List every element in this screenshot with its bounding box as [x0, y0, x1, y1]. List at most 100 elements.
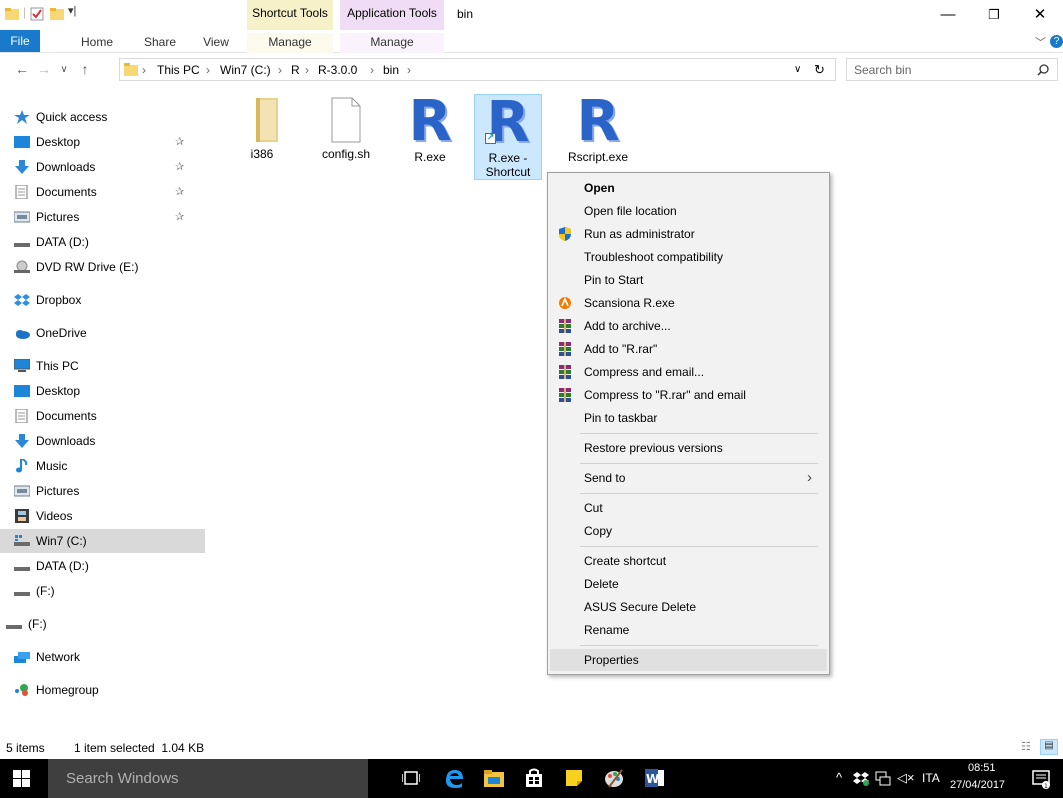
- tab-application-tools[interactable]: Application Tools: [340, 0, 444, 30]
- menu-item-pin-to-taskbar[interactable]: Pin to taskbar: [550, 407, 827, 429]
- pin-icon[interactable]: ✰: [175, 205, 184, 229]
- nav-documents[interactable]: Documents: [0, 404, 205, 428]
- network-tray-icon[interactable]: [875, 771, 891, 786]
- menu-item-compress-and-email[interactable]: Compress and email...: [550, 361, 827, 383]
- menu-item-open-file-location[interactable]: Open file location: [550, 200, 827, 222]
- address-bar[interactable]: › This PC › Win7 (C:) › R › R-3.0.0 › bi…: [119, 58, 836, 81]
- pin-icon[interactable]: ✰: [175, 155, 184, 179]
- nav-dropbox[interactable]: Dropbox: [0, 288, 205, 312]
- minimize-button[interactable]: —: [925, 0, 971, 30]
- nav-f-drive[interactable]: (F:): [0, 579, 205, 603]
- menu-item-troubleshoot-compatibility[interactable]: Troubleshoot compatibility: [550, 246, 827, 268]
- nav-homegroup[interactable]: Homegroup: [0, 678, 205, 702]
- word-icon[interactable]: W: [644, 767, 666, 789]
- file-item-r-exe[interactable]: R R.exe: [396, 94, 464, 165]
- tab-share[interactable]: Share: [138, 33, 182, 53]
- volume-muted-icon[interactable]: ◁×: [897, 770, 915, 786]
- restore-button[interactable]: ❐: [971, 0, 1017, 30]
- file-item-config-sh[interactable]: config.sh: [312, 94, 380, 164]
- back-arrow-icon[interactable]: ←: [13, 61, 31, 77]
- menu-item-asus-secure-delete[interactable]: ASUS Secure Delete: [550, 596, 827, 618]
- file-explorer-icon[interactable]: [483, 767, 505, 789]
- nav-win7-c[interactable]: Win7 (C:): [0, 529, 205, 553]
- breadcrumb-bin[interactable]: bin: [383, 63, 399, 77]
- search-icon[interactable]: [1037, 64, 1049, 76]
- store-icon[interactable]: [523, 767, 545, 789]
- new-folder-icon[interactable]: [50, 7, 64, 21]
- menu-item-send-to[interactable]: Send to ›: [550, 467, 827, 489]
- menu-item-compress-to-r-rar-and-email[interactable]: Compress to "R.rar" and email: [550, 384, 827, 406]
- up-arrow-icon[interactable]: ↑: [76, 61, 94, 77]
- recent-locations-icon[interactable]: ∨: [55, 64, 73, 75]
- clock-date[interactable]: 27/04/2017: [950, 779, 1005, 791]
- menu-item-add-to-r-rar[interactable]: Add to "R.rar": [550, 338, 827, 360]
- clock-time[interactable]: 08:51: [968, 762, 996, 774]
- nav-dvd-drive[interactable]: DVD RW Drive (E:): [0, 255, 205, 279]
- edge-browser-icon[interactable]: [443, 767, 465, 789]
- nav-videos[interactable]: Videos: [0, 504, 205, 528]
- tray-overflow-icon[interactable]: ^: [836, 770, 842, 785]
- pin-icon[interactable]: ✰: [175, 180, 184, 204]
- menu-item-add-to-archive[interactable]: Add to archive...: [550, 315, 827, 337]
- details-view-icon[interactable]: ☷: [1021, 740, 1031, 753]
- nav-desktop-pinned[interactable]: Desktop ✰: [0, 130, 205, 154]
- menu-item-properties[interactable]: Properties: [550, 649, 827, 671]
- qat-customize-icon[interactable]: ▾|: [68, 4, 76, 17]
- menu-item-rename[interactable]: Rename: [550, 619, 827, 641]
- breadcrumb-this-pc[interactable]: This PC: [157, 63, 200, 77]
- nav-quick-access[interactable]: Quick access: [0, 105, 205, 129]
- tab-manage-application[interactable]: Manage: [340, 33, 444, 53]
- menu-item-scansiona[interactable]: Scansiona R.exe: [550, 292, 827, 314]
- menu-item-delete[interactable]: Delete: [550, 573, 827, 595]
- tab-home[interactable]: Home: [72, 33, 122, 53]
- taskbar-search-input[interactable]: Search Windows: [48, 759, 368, 798]
- menu-item-copy[interactable]: Copy: [550, 520, 827, 542]
- refresh-icon[interactable]: ↻: [814, 62, 825, 78]
- breadcrumb-win7[interactable]: Win7 (C:): [220, 63, 271, 77]
- folder-icon[interactable]: [5, 7, 19, 21]
- menu-item-pin-to-start[interactable]: Pin to Start: [550, 269, 827, 291]
- nav-data-d[interactable]: DATA (D:): [0, 554, 205, 578]
- menu-item-cut[interactable]: Cut: [550, 497, 827, 519]
- windows-start-icon[interactable]: [13, 770, 30, 787]
- menu-item-create-shortcut[interactable]: Create shortcut: [550, 550, 827, 572]
- task-view-icon[interactable]: [402, 770, 420, 786]
- file-item-r-exe-shortcut[interactable]: R ↗ R.exe - Shortcut: [474, 94, 542, 180]
- nav-onedrive[interactable]: OneDrive: [0, 321, 205, 345]
- menu-item-open[interactable]: Open: [550, 177, 827, 199]
- tab-file[interactable]: File: [0, 30, 40, 52]
- action-center-icon[interactable]: 1: [1031, 769, 1051, 789]
- pin-icon[interactable]: ✰: [175, 130, 184, 154]
- paint-icon[interactable]: [603, 767, 625, 789]
- input-language[interactable]: ITA: [922, 771, 940, 785]
- tab-shortcut-tools[interactable]: Shortcut Tools: [247, 0, 333, 30]
- large-icons-view-icon[interactable]: ▤: [1040, 739, 1058, 755]
- menu-item-run-as-administrator[interactable]: Run as administrator: [550, 223, 827, 245]
- nav-network[interactable]: Network: [0, 645, 205, 669]
- nav-this-pc[interactable]: This PC: [0, 354, 205, 378]
- search-input[interactable]: Search bin: [854, 63, 911, 77]
- breadcrumb-r-3-0-0[interactable]: R-3.0.0: [318, 63, 357, 77]
- search-box[interactable]: Search bin: [846, 58, 1058, 81]
- ribbon-expand-icon[interactable]: ﹀: [1035, 34, 1046, 50]
- nav-desktop[interactable]: Desktop: [0, 379, 205, 403]
- dropbox-tray-icon[interactable]: [853, 771, 869, 786]
- menu-item-restore-previous-versions[interactable]: Restore previous versions: [550, 437, 827, 459]
- nav-downloads-pinned[interactable]: Downloads ✰: [0, 155, 205, 179]
- nav-downloads[interactable]: Downloads: [0, 429, 205, 453]
- nav-pictures[interactable]: Pictures: [0, 479, 205, 503]
- forward-arrow-icon[interactable]: →: [35, 61, 53, 77]
- tab-view[interactable]: View: [196, 33, 236, 53]
- help-icon[interactable]: ?: [1050, 35, 1063, 48]
- close-button[interactable]: ✕: [1017, 0, 1063, 30]
- tab-manage-shortcut[interactable]: Manage: [247, 33, 333, 53]
- properties-check-icon[interactable]: [30, 7, 44, 21]
- nav-music[interactable]: Music: [0, 454, 205, 478]
- nav-data-d-quick[interactable]: DATA (D:): [0, 230, 205, 254]
- file-item-rscript-exe[interactable]: R Rscript.exe: [564, 94, 632, 165]
- address-dropdown-icon[interactable]: ∨: [794, 64, 801, 75]
- nav-pictures-pinned[interactable]: Pictures ✰: [0, 205, 205, 229]
- file-item-i386[interactable]: i386: [228, 94, 296, 164]
- nav-f-drive-root[interactable]: (F:): [0, 612, 205, 636]
- nav-documents-pinned[interactable]: Documents ✰: [0, 180, 205, 204]
